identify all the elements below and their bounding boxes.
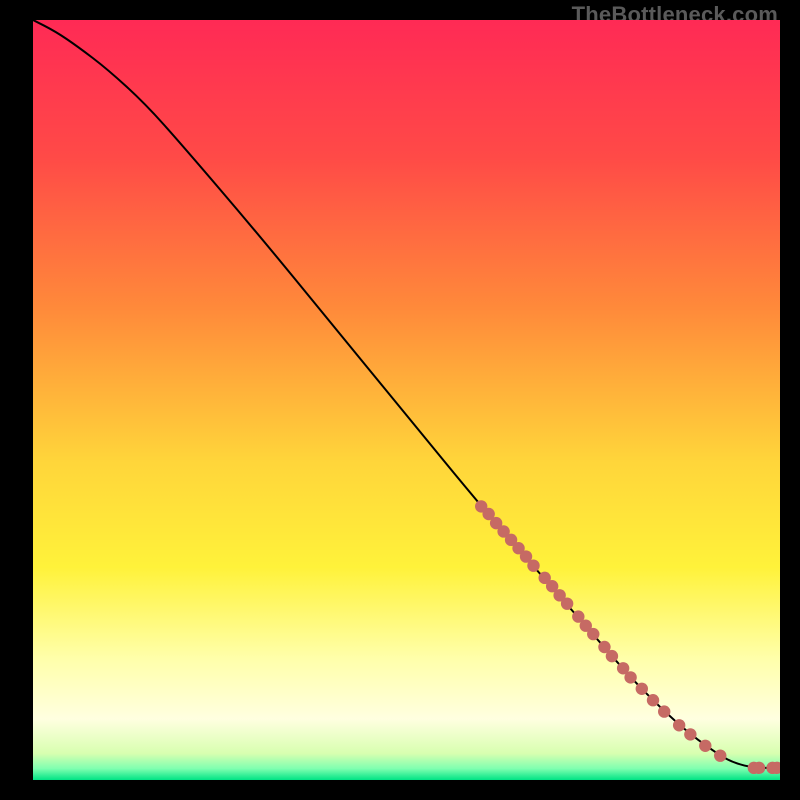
curve-marker — [673, 719, 685, 731]
curve-marker — [587, 628, 599, 640]
curve-marker — [561, 597, 573, 609]
curve-marker — [658, 705, 670, 717]
plot-background — [33, 20, 780, 780]
curve-marker — [684, 728, 696, 740]
bottleneck-chart — [33, 20, 780, 780]
curve-marker — [527, 559, 539, 571]
curve-marker — [647, 694, 659, 706]
curve-marker — [624, 671, 636, 683]
chart-stage: TheBottleneck.com — [0, 0, 800, 800]
curve-marker — [606, 650, 618, 662]
curve-marker — [753, 762, 765, 774]
curve-marker — [636, 683, 648, 695]
curve-marker — [699, 740, 711, 752]
curve-marker — [714, 749, 726, 761]
